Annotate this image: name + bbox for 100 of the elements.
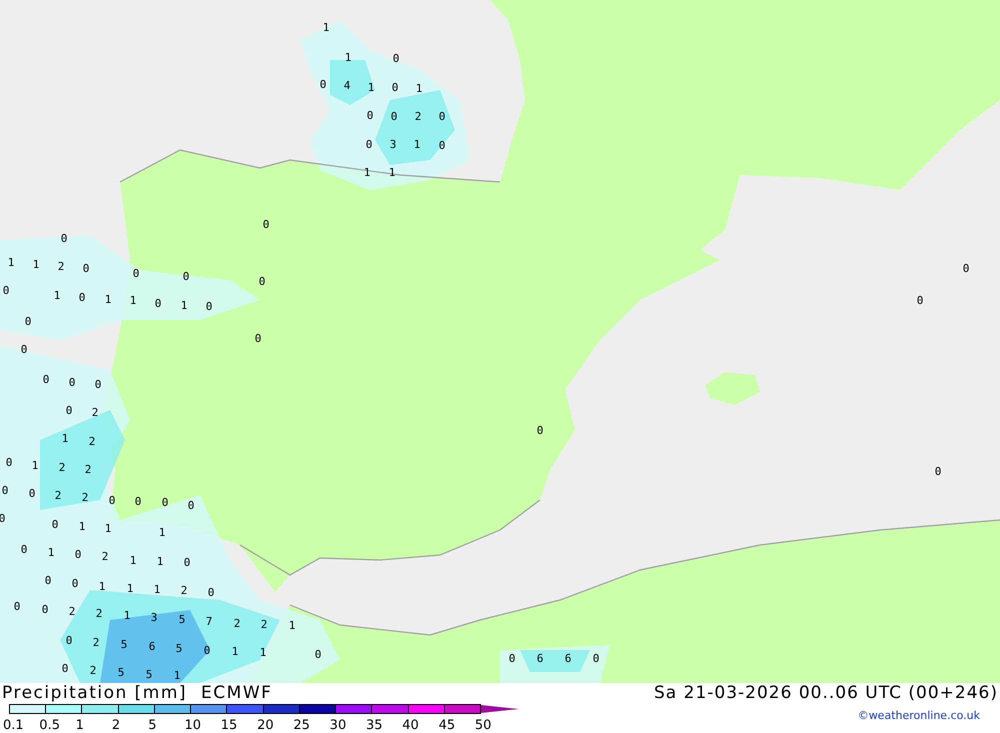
precipitation-value: 1 xyxy=(158,526,166,539)
precipitation-value: 1 xyxy=(344,51,352,64)
precipitation-value: 1 xyxy=(368,81,374,94)
precipitation-value: 6 xyxy=(536,652,544,665)
copyright-link[interactable]: ©weatheronline.co.uk xyxy=(858,709,980,722)
precipitation-value: 0 xyxy=(508,652,516,665)
precipitation-value: 0 xyxy=(390,110,398,123)
precipitation-value: 1 xyxy=(322,21,330,34)
precipitation-value: 1 xyxy=(32,459,38,472)
precipitation-value: 0 xyxy=(962,262,970,275)
precipitation-value: 2 xyxy=(234,617,240,630)
precipitation-value: 0 xyxy=(392,52,400,65)
precipitation-value: 0 xyxy=(314,648,322,661)
scale-tick-label: 25 xyxy=(293,718,310,733)
precipitation-value: 4 xyxy=(344,79,350,92)
precipitation-value: 1 xyxy=(98,580,106,593)
precipitation-value: 0 xyxy=(108,494,116,507)
precipitation-value: 0 xyxy=(28,487,36,500)
scale-tick-label: 30 xyxy=(330,718,346,733)
scale-tick-label: 0.5 xyxy=(39,718,60,733)
scale-tick-label: 0.1 xyxy=(3,718,24,733)
precipitation-value: 1 xyxy=(104,522,112,535)
precipitation-value: 1 xyxy=(48,546,54,559)
precipitation-value: 5 xyxy=(178,613,186,626)
scale-tick-label: 15 xyxy=(220,718,238,733)
precipitation-value: 2 xyxy=(102,550,108,563)
precipitation-value: 1 xyxy=(124,609,130,622)
precipitation-value: 0 xyxy=(134,495,142,508)
precipitation-value: 2 xyxy=(54,489,62,502)
scale-tick-label: 35 xyxy=(366,718,383,733)
precipitation-value: 3 xyxy=(150,611,158,624)
precipitation-value: 2 xyxy=(90,664,96,677)
precipitation-value: 0 xyxy=(320,78,326,91)
precipitation-value: 1 xyxy=(288,619,296,632)
precipitation-value: 1 xyxy=(130,554,136,567)
precipitation-value: 0 xyxy=(132,267,140,280)
precipitation-value: 0 xyxy=(934,465,942,478)
precipitation-value: 2 xyxy=(58,461,66,474)
precipitation-value: 3 xyxy=(390,138,396,151)
precipitation-value: 2 xyxy=(414,110,422,123)
precipitation-value: 0 xyxy=(438,139,446,152)
precipitation-value: 0 xyxy=(2,484,8,497)
scale-tick-label: 5 xyxy=(148,718,156,733)
precipitation-value: 0 xyxy=(2,284,10,297)
precipitation-value: 0 xyxy=(60,232,68,245)
precipitation-value: 0 xyxy=(208,586,214,599)
precipitation-value: 1 xyxy=(174,669,180,682)
precipitation-value: 1 xyxy=(62,432,68,445)
precipitation-value: 1 xyxy=(414,138,420,151)
precipitation-value: 0 xyxy=(20,543,28,556)
precipitation-value: 1 xyxy=(130,294,136,307)
precipitation-value: 0 xyxy=(72,577,78,590)
precipitation-value: 1 xyxy=(126,582,134,595)
precipitation-value: 5 xyxy=(118,666,124,679)
precipitation-value: 0 xyxy=(6,456,12,469)
precipitation-value: 0 xyxy=(592,652,600,665)
model-name: ECMWF xyxy=(201,683,272,703)
precipitation-value: 1 xyxy=(416,82,422,95)
island-area xyxy=(705,372,760,405)
precipitation-value: 0 xyxy=(78,291,86,304)
scale-tick-label: 45 xyxy=(438,718,456,733)
precipitation-value: 0 xyxy=(206,300,212,313)
precipitation-value: 0 xyxy=(254,332,262,345)
precipitation-value: 0 xyxy=(366,138,372,151)
scale-tick-label: 1 xyxy=(76,718,84,733)
scale-tick-label: 20 xyxy=(257,718,274,733)
precipitation-value: 0 xyxy=(14,600,20,613)
precipitation-value: 6 xyxy=(564,652,572,665)
precipitation-value: 2 xyxy=(84,463,92,476)
precipitation-area xyxy=(520,650,590,672)
precipitation-value: 2 xyxy=(96,607,102,620)
precipitation-value: 0 xyxy=(94,378,102,391)
precipitation-value: 0 xyxy=(44,574,52,587)
precipitation-value: 0 xyxy=(42,603,48,616)
precipitation-value: 0 xyxy=(82,262,90,275)
precipitation-value: 2 xyxy=(88,435,96,448)
precipitation-value: 0 xyxy=(204,644,210,657)
precipitation-value: 2 xyxy=(68,605,76,618)
precipitation-value: 0 xyxy=(258,275,266,288)
precipitation-value: 2 xyxy=(82,491,88,504)
precipitation-value: 2 xyxy=(92,406,98,419)
precipitation-value: 2 xyxy=(58,260,64,273)
precipitation-value: 0 xyxy=(188,499,194,512)
precipitation-value: 0 xyxy=(366,109,374,122)
precipitation-value: 0 xyxy=(438,110,446,123)
precipitation-value: 0 xyxy=(74,548,82,561)
precipitation-value: 1 xyxy=(260,646,266,659)
precipitation-value: 0 xyxy=(162,496,168,509)
precipitation-value: 1 xyxy=(104,293,112,306)
precipitation-value: 0 xyxy=(24,315,32,328)
precipitation-value: 1 xyxy=(388,166,396,179)
precipitation-value: 1 xyxy=(32,258,40,271)
precipitation-value: 0 xyxy=(42,373,50,386)
precipitation-value: 0 xyxy=(66,634,72,647)
precipitation-value: 6 xyxy=(148,640,156,653)
precipitation-value: 0 xyxy=(916,294,924,307)
valid-time: Sa 21-03-2026 00..06 UTC (00+246) xyxy=(654,683,998,703)
scale-tick-label: 40 xyxy=(402,718,419,733)
precipitation-value: 2 xyxy=(180,584,188,597)
precipitation-value: 0 xyxy=(66,404,72,417)
